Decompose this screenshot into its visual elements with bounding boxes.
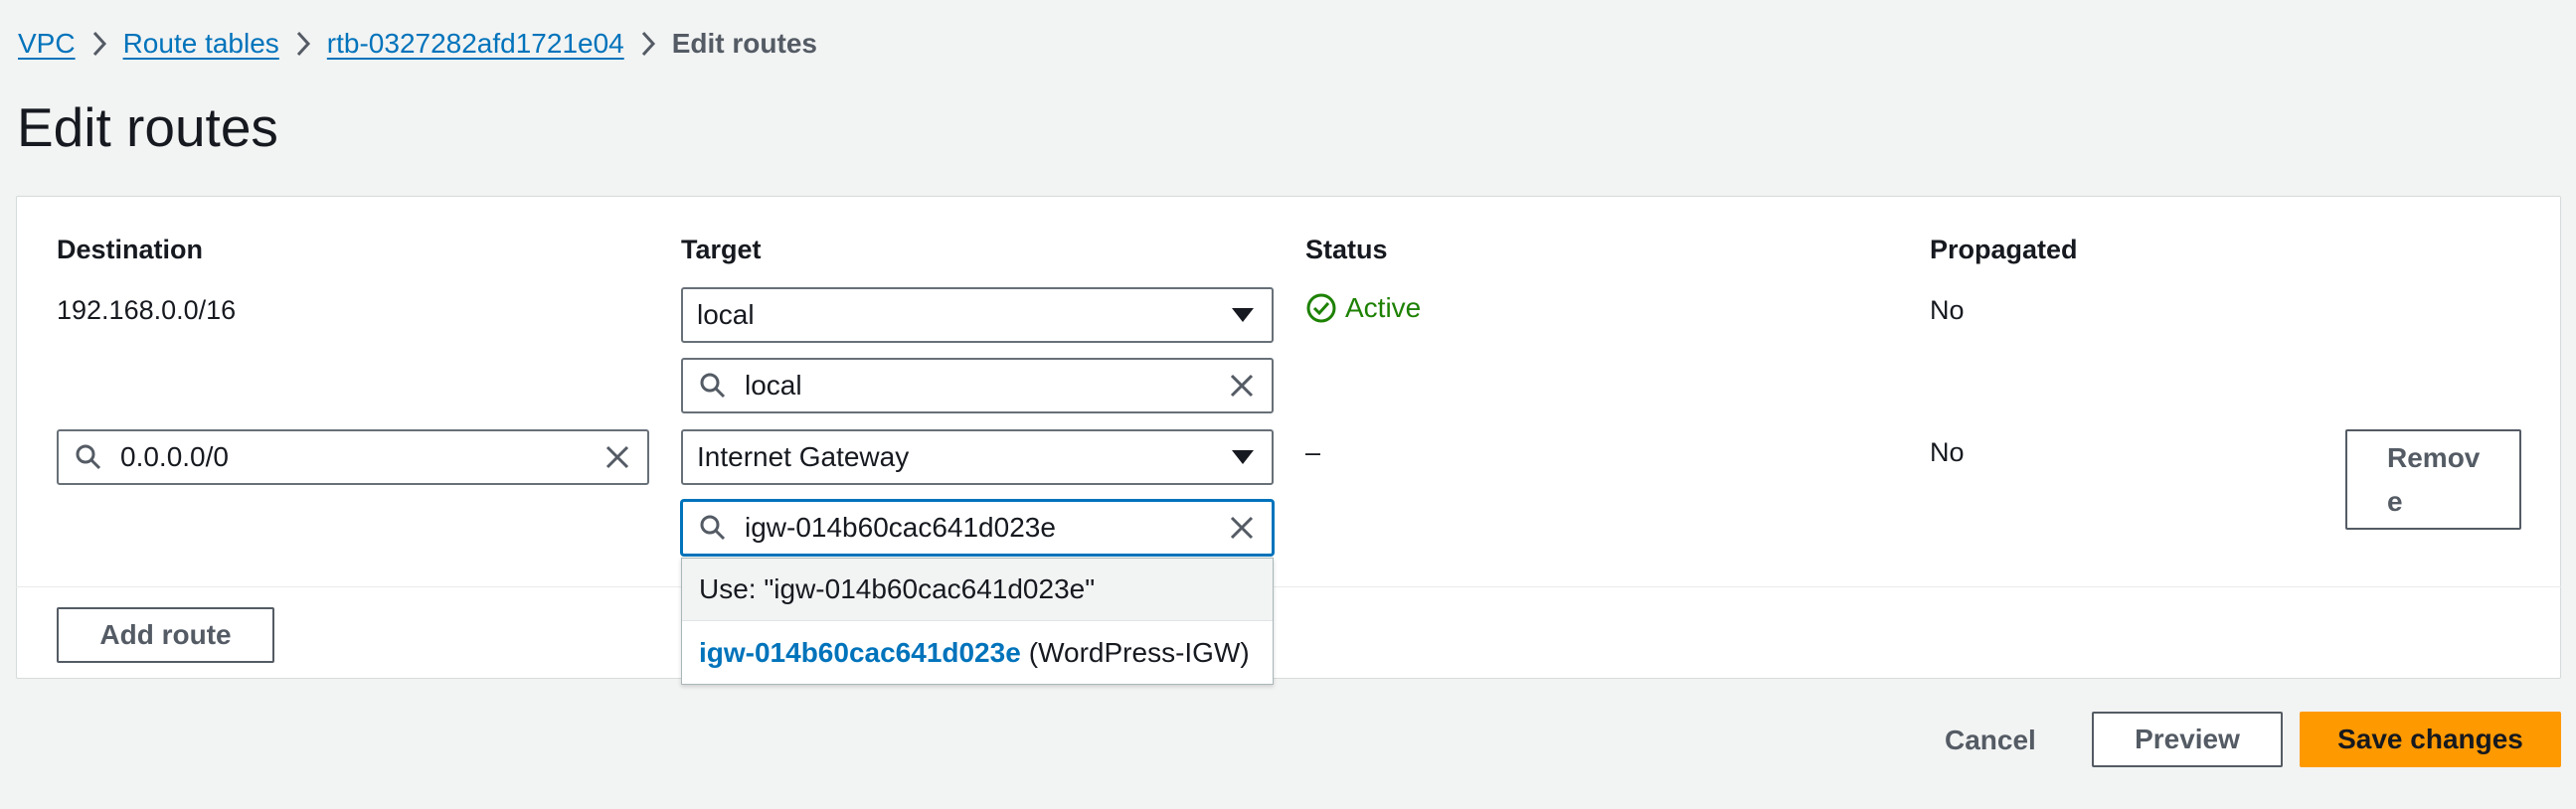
- row2-target-select-value: Internet Gateway: [697, 441, 910, 472]
- dropdown-option-igw[interactable]: igw-014b60cac641d023e (WordPress-IGW): [682, 621, 1273, 684]
- save-changes-button[interactable]: Save changes: [2300, 712, 2561, 767]
- row1-target-select[interactable]: local: [681, 287, 1274, 343]
- clear-icon[interactable]: [1222, 372, 1262, 400]
- add-route-button[interactable]: Add route: [57, 607, 274, 663]
- page-title: Edit routes: [17, 96, 278, 158]
- header-target: Target: [681, 235, 762, 264]
- row2-destination-input[interactable]: 0.0.0.0/0: [57, 429, 649, 485]
- dropdown-option-use-label: Use: "igw-014b60cac641d023e": [699, 573, 1096, 604]
- row2-propagated: No: [1930, 437, 1965, 467]
- breadcrumb: VPC Route tables rtb-0327282afd1721e04 E…: [18, 28, 817, 60]
- row1-destination: 192.168.0.0/16: [57, 295, 237, 325]
- header-status: Status: [1305, 235, 1388, 264]
- row1-status: Active: [1305, 292, 1421, 324]
- row1-status-label: Active: [1345, 292, 1422, 323]
- chevron-right-icon: [624, 30, 672, 58]
- row1-target-select-value: local: [697, 299, 755, 330]
- row1-propagated: No: [1930, 295, 1965, 325]
- clear-icon[interactable]: [1222, 514, 1262, 542]
- remove-button-label-2: e: [2387, 485, 2403, 517]
- dropdown-option-igw-name: (WordPress-IGW): [1028, 636, 1250, 668]
- row1-target-search-value: local: [745, 370, 802, 401]
- chevron-right-icon: [279, 30, 327, 58]
- breadcrumb-route-tables[interactable]: Route tables: [123, 28, 279, 60]
- row2-destination-value: 0.0.0.0/0: [120, 441, 229, 472]
- caret-down-icon: [1232, 308, 1254, 322]
- header-destination: Destination: [57, 235, 204, 264]
- row1-target-search[interactable]: local: [681, 358, 1274, 413]
- status-check-icon: [1305, 292, 1337, 324]
- row2-status: –: [1305, 437, 1321, 467]
- clear-icon[interactable]: [598, 443, 637, 471]
- remove-button-label-1: Remov: [2387, 441, 2481, 473]
- breadcrumb-current: Edit routes: [671, 28, 817, 59]
- breadcrumb-route-table-id[interactable]: rtb-0327282afd1721e04: [327, 28, 624, 60]
- row2-target-select[interactable]: Internet Gateway: [681, 429, 1274, 485]
- chevron-right-icon: [76, 30, 123, 58]
- dropdown-option-igw-id: igw-014b60cac641d023e: [699, 636, 1021, 668]
- preview-button[interactable]: Preview: [2092, 712, 2283, 767]
- search-icon: [693, 372, 733, 400]
- header-propagated: Propagated: [1930, 235, 2078, 264]
- remove-button[interactable]: Remov e: [2345, 429, 2521, 530]
- cancel-button[interactable]: Cancel: [1945, 725, 2036, 756]
- breadcrumb-vpc[interactable]: VPC: [18, 28, 76, 60]
- dropdown-option-use[interactable]: Use: "igw-014b60cac641d023e": [682, 559, 1273, 621]
- caret-down-icon: [1232, 450, 1254, 464]
- row2-target-search[interactable]: igw-014b60cac641d023e: [681, 500, 1274, 556]
- target-dropdown-list: Use: "igw-014b60cac641d023e" igw-014b60c…: [681, 558, 1274, 685]
- row2-target-search-value: igw-014b60cac641d023e: [745, 512, 1056, 543]
- search-icon: [693, 514, 733, 542]
- search-icon: [69, 443, 108, 471]
- panel-divider: [16, 586, 2561, 587]
